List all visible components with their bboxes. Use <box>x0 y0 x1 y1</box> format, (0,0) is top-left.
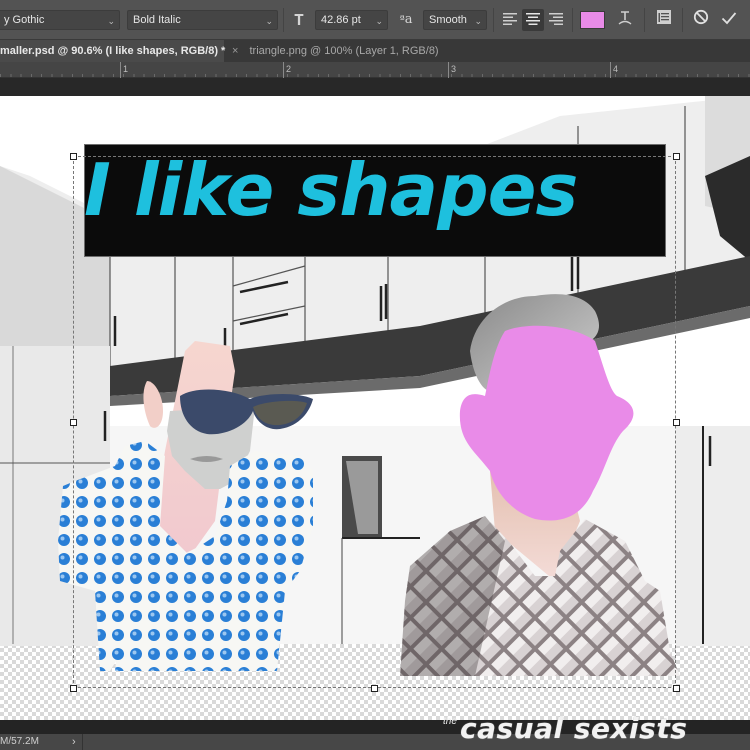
font-style-select[interactable]: Bold Italic ⌄ <box>127 10 278 30</box>
antialias-select[interactable]: Smooth ⌄ <box>423 10 487 30</box>
commit-check-icon[interactable] <box>718 9 740 31</box>
ruler-number: 2 <box>286 64 292 74</box>
separator <box>493 8 494 32</box>
separator <box>572 8 573 32</box>
transform-handle-top-left[interactable] <box>70 153 77 160</box>
separator <box>82 734 83 750</box>
brand-prefix: the <box>443 716 457 727</box>
font-size-value: 42.86 pt <box>321 14 361 26</box>
font-style-value: Bold Italic <box>133 14 181 26</box>
horizontal-ruler: 1 2 3 4 <box>0 62 750 78</box>
align-left-icon[interactable] <box>499 9 521 31</box>
tab-active-document[interactable]: maller.psd @ 90.6% (I like shapes, RGB/8… <box>0 40 226 62</box>
align-right-icon[interactable] <box>545 9 567 31</box>
font-size-input[interactable]: 42.86 pt ⌄ <box>315 10 388 30</box>
transform-bounding-box <box>73 156 676 688</box>
tab-label: maller.psd @ 90.6% (I like shapes, RGB/8… <box>0 45 226 57</box>
text-color-swatch[interactable] <box>580 11 605 29</box>
chevron-down-icon: ⌄ <box>265 16 273 26</box>
chevron-down-icon: ⌄ <box>107 16 115 26</box>
antialias-icon: ªa <box>399 12 413 27</box>
photoshop-window: y Gothic ⌄ Bold Italic ⌄ 𝐓 42.86 pt ⌄ ªa… <box>0 0 750 750</box>
document-tab-bar: maller.psd @ 90.6% (I like shapes, RGB/8… <box>0 40 750 62</box>
ruler-number: 3 <box>451 64 457 74</box>
separator <box>283 8 284 32</box>
document-canvas[interactable]: I like shapes <box>0 96 750 720</box>
ruler-number: 1 <box>123 64 129 74</box>
character-panel-icon[interactable] <box>653 9 675 31</box>
ruler-tick <box>448 62 449 78</box>
color-fill <box>581 12 604 28</box>
transform-handle-bottom-center[interactable] <box>371 685 378 692</box>
transform-handle-bottom-left[interactable] <box>70 685 77 692</box>
font-family-value: y Gothic <box>4 14 45 26</box>
ruler-tick <box>120 62 121 78</box>
ruler-tick <box>610 62 611 78</box>
warp-text-icon[interactable] <box>614 9 636 31</box>
type-options-bar: y Gothic ⌄ Bold Italic ⌄ 𝐓 42.86 pt ⌄ ªa… <box>0 0 750 40</box>
chevron-down-icon: ⌄ <box>474 16 482 26</box>
align-center-icon[interactable] <box>522 9 544 31</box>
document-size-readout: M/57.2M <box>0 736 39 747</box>
tab-triangle-png[interactable]: × triangle.png @ 100% (Layer 1, RGB/8) <box>226 40 446 62</box>
ruler-number: 4 <box>613 64 619 74</box>
antialias-value: Smooth <box>429 14 467 26</box>
cancel-icon[interactable] <box>690 9 712 31</box>
separator <box>644 8 645 32</box>
close-tab-icon[interactable]: × <box>232 45 238 57</box>
transform-handle-bottom-right[interactable] <box>673 685 680 692</box>
text-size-icon: 𝐓 <box>294 11 304 29</box>
ruler-tick <box>283 62 284 78</box>
chevron-down-icon: ⌄ <box>375 16 383 26</box>
transform-handle-top-right[interactable] <box>673 153 680 160</box>
transform-handle-middle-left[interactable] <box>70 419 77 426</box>
font-family-select[interactable]: y Gothic ⌄ <box>0 10 120 30</box>
transform-handle-middle-right[interactable] <box>673 419 680 426</box>
separator <box>682 8 683 32</box>
tab-label: triangle.png @ 100% (Layer 1, RGB/8) <box>249 45 439 57</box>
brand-watermark: casual sexists <box>460 712 688 745</box>
pasteboard <box>0 78 750 96</box>
